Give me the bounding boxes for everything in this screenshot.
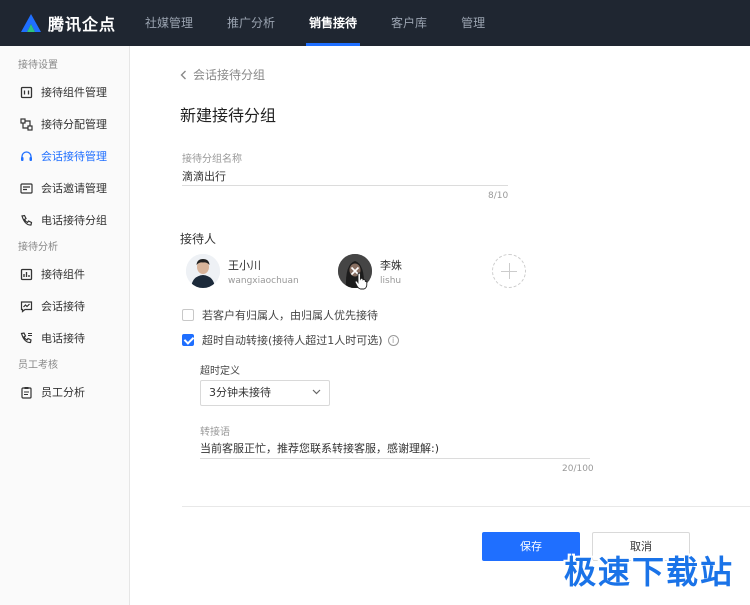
nav-customer-base[interactable]: 客户库 [374,0,444,46]
sidebar-item-label: 电话接待分组 [41,214,107,227]
sidebar-item-label: 会话邀请管理 [41,182,107,195]
phone-analysis-icon [20,331,32,343]
sidebar-item-label: 接待分配管理 [41,118,107,131]
sidebar-group-title: 接待设置 [18,60,58,71]
auto-transfer-checkbox[interactable] [182,334,194,346]
top-navigation-bar: 腾讯企点 社媒管理 推广分析 销售接待 客户库 管理 [0,0,750,46]
watermark-text: 极速下载站 [563,553,734,591]
sidebar-item-label: 接待组件管理 [41,86,107,99]
back-link[interactable]: 会话接待分组 [180,66,265,83]
chat-analysis-icon [20,300,33,313]
auto-transfer-option[interactable]: 超时自动转接(接待人超过1人时可选) i [182,332,399,348]
nav-sales-reception[interactable]: 销售接待 [292,0,374,46]
group-name-label: 接待分组名称 [182,154,242,165]
sidebar-item-phone-group[interactable]: 电话接待分组 [0,204,129,236]
timeout-selected-value: 3分钟未接待 [209,386,271,399]
sidebar-item-staff-analysis[interactable]: 员工分析 [0,376,129,408]
agent-name: 李姝 [380,258,402,272]
main-content: 会话接待分组 新建接待分组 接待分组名称 滴滴出行 8/10 接待人 王小川 w… [130,46,750,605]
sidebar: 接待设置 接待组件管理 接待分配管理 会话接待管理 会话邀请管理 电话接待分组 … [0,46,130,605]
group-name-input[interactable]: 滴滴出行 [182,168,508,186]
sidebar-item-label: 会话接待管理 [41,150,107,163]
nav-social-media[interactable]: 社媒管理 [128,0,210,46]
group-name-underline [182,185,508,186]
brand-logo[interactable]: 腾讯企点 [20,12,116,34]
agent-id: lishu [380,275,402,286]
headset-icon [21,150,32,161]
form-divider [182,506,750,507]
sidebar-item-invitation-management[interactable]: 会话邀请管理 [0,172,129,204]
widget-icon [20,86,33,98]
agents-section-title: 接待人 [180,232,217,246]
nav-management[interactable]: 管理 [444,0,502,46]
auto-transfer-label: 超时自动转接(接待人超过1人时可选) [202,334,383,347]
chevron-left-icon [180,70,186,79]
page-title: 新建接待分组 [180,106,277,125]
owner-priority-checkbox[interactable] [182,309,194,321]
widget-analysis-icon [20,268,33,280]
main-nav: 社媒管理 推广分析 销售接待 客户库 管理 [128,0,502,46]
sidebar-group-title: 接待分析 [18,242,58,253]
sidebar-item-phone-analysis[interactable]: 电话接待 [0,322,129,354]
add-agent-button[interactable] [492,254,526,288]
sidebar-item-label: 接待组件 [41,268,85,281]
hand-cursor-icon [354,272,368,290]
sidebar-item-session-management[interactable]: 会话接待管理 [0,140,129,172]
sidebar-item-label: 电话接待 [41,332,85,345]
transfer-message-label: 转接语 [200,427,230,438]
agent-card[interactable]: 王小川 wangxiaochuan [186,254,299,288]
timeout-select[interactable]: 3分钟未接待 [200,380,330,406]
back-link-label: 会话接待分组 [193,68,266,82]
sidebar-item-widget-management[interactable]: 接待组件管理 [0,76,129,108]
clipboard-icon [21,386,32,399]
info-icon[interactable]: i [387,334,399,346]
brand-name: 腾讯企点 [48,15,117,34]
group-name-counter: 8/10 [488,191,509,201]
nav-promotion-analysis[interactable]: 推广分析 [210,0,292,46]
sidebar-item-session-analysis[interactable]: 会话接待 [0,290,129,322]
transfer-message-counter: 20/100 [562,464,594,474]
sidebar-item-label: 员工分析 [41,386,85,399]
sidebar-item-distribution-management[interactable]: 接待分配管理 [0,108,129,140]
person-avatar-image [186,254,220,288]
logo-icon [21,14,41,32]
invite-icon [20,182,33,194]
phone-icon [21,214,33,226]
sidebar-item-label: 会话接待 [41,300,85,313]
agent-id: wangxiaochuan [228,275,299,286]
transfer-message-input[interactable]: 当前客服正忙，推荐您联系转接客服，感谢理解:) [200,440,590,458]
agent-name: 王小川 [228,258,261,272]
agent-card[interactable]: 李姝 lishu [338,254,402,290]
chevron-down-icon [312,389,321,395]
sidebar-group-title: 员工考核 [18,360,58,371]
owner-priority-option[interactable]: 若客户有归属人，由归属人优先接待 [182,307,378,323]
avatar[interactable] [186,254,220,288]
transfer-message-underline [200,458,590,459]
sidebar-item-widget-analysis[interactable]: 接待组件 [0,258,129,290]
timeout-label: 超时定义 [200,366,240,377]
owner-priority-label: 若客户有归属人，由归属人优先接待 [202,309,378,322]
route-icon [20,117,33,131]
